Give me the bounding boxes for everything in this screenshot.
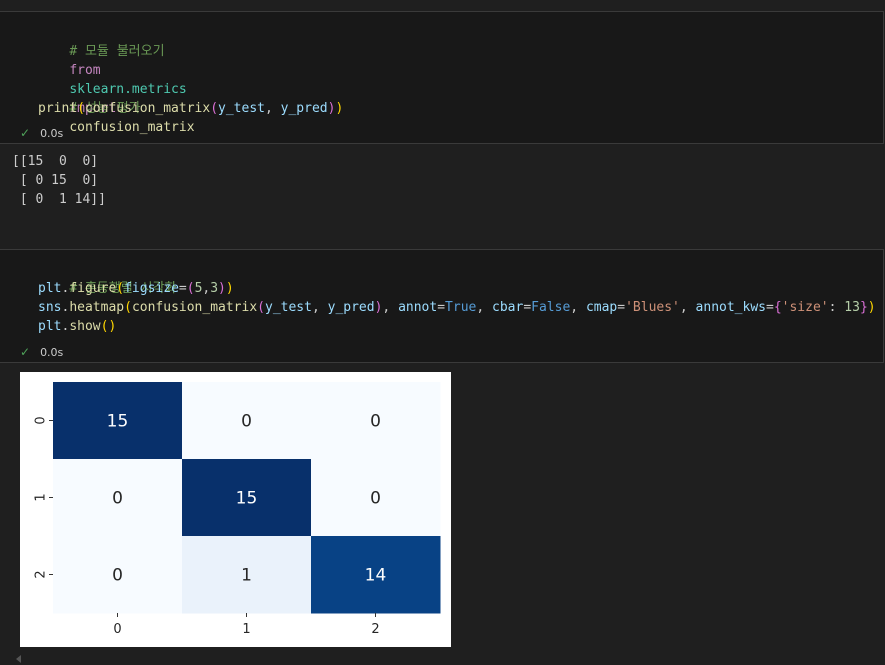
paren: (: [116, 281, 125, 296]
execution-status: ✓ 0.0s: [20, 125, 63, 141]
x-tick-label: 0: [113, 622, 121, 637]
fn-print: print: [38, 101, 78, 116]
paren: (: [124, 300, 132, 315]
var-y-pred: y_pred: [327, 300, 375, 315]
x-tick-label: 1: [242, 622, 250, 637]
code-cell-2[interactable]: # 혼동행렬 시각화 plt.figure(figsize=(5,3)) sns…: [0, 249, 884, 363]
heatmap-cell-value: 0: [241, 412, 252, 432]
code-comment: # 혼동행렬 시각화: [38, 260, 176, 296]
equals: =: [523, 300, 532, 315]
paren: ): [335, 101, 344, 116]
paren: (: [77, 101, 85, 116]
comma: ,: [311, 300, 328, 315]
paren: (: [257, 300, 265, 315]
check-icon: ✓: [20, 345, 31, 359]
heatmap-cell-value: 15: [236, 489, 258, 509]
paren: ): [867, 300, 876, 315]
code-cell-1[interactable]: # 모듈 불러오기 from sklearn.metrics import co…: [0, 11, 884, 144]
string-size: 'size': [781, 300, 829, 315]
fn-show: show: [69, 319, 101, 334]
heatmap-cell-value: 1: [241, 566, 252, 586]
equals: =: [617, 300, 626, 315]
var-y-test: y_test: [265, 300, 312, 315]
comma: ,: [265, 101, 281, 116]
heatmap-cell-value: 0: [112, 489, 123, 509]
kwarg-annot: annot: [398, 300, 438, 315]
execution-status: ✓ 0.0s: [20, 344, 63, 360]
kwarg-annot-kws: annot_kws: [695, 300, 766, 315]
var-y-pred: y_pred: [280, 101, 328, 116]
code-comment: # 모듈 불러오기: [38, 23, 164, 59]
code-comment: # 성능 평가: [38, 80, 140, 116]
number: 13: [844, 300, 860, 315]
paren: (): [100, 319, 117, 334]
y-tick-label: 1: [34, 493, 49, 501]
check-icon: ✓: [20, 126, 31, 140]
colon: :: [828, 300, 845, 315]
code-line-print: print(confusion_matrix(y_test, y_pred)): [38, 99, 343, 118]
kwarg-cmap: cmap: [585, 300, 618, 315]
y-tick-label: 2: [34, 570, 49, 578]
value-false: False: [531, 300, 571, 315]
execution-time: 0.0s: [40, 127, 64, 140]
comma: ,: [570, 300, 586, 315]
fn-confusion-matrix: confusion_matrix: [84, 101, 211, 116]
kwarg-cbar: cbar: [492, 300, 524, 315]
y-tick-label: 0: [34, 416, 49, 424]
var-sns: sns: [38, 300, 62, 315]
var-y-test: y_test: [218, 101, 265, 116]
comma: ,: [476, 300, 493, 315]
paren: ): [218, 281, 226, 296]
paren: ): [225, 281, 234, 296]
number: 3: [210, 281, 219, 296]
value-true: True: [445, 300, 477, 315]
code-line-show: plt.show(): [38, 317, 116, 336]
comma: ,: [382, 300, 399, 315]
keyword-from: from: [69, 63, 101, 78]
fn-confusion-matrix: confusion_matrix: [131, 300, 258, 315]
cell-output-text: [[15 0 0] [ 0 15 0] [ 0 1 14]]: [12, 154, 106, 207]
scroll-left-icon[interactable]: [16, 655, 21, 663]
brace: }: [859, 300, 868, 315]
equals: =: [437, 300, 446, 315]
fn-figure: figure: [69, 281, 117, 296]
kwarg-figsize: figsize: [124, 281, 179, 296]
code-line-import: from sklearn.metrics import confusion_ma…: [38, 42, 194, 135]
code-line-heatmap: sns.heatmap(confusion_matrix(y_test, y_p…: [38, 298, 876, 317]
heatmap-cell-value: 0: [370, 412, 381, 432]
comma: ,: [679, 300, 696, 315]
heatmap-figure: 15 0 0 0 15 0 0 1 14 0 1 2 0 1 2: [20, 372, 451, 647]
equals: =: [766, 300, 774, 315]
heatmap-cell-value: 15: [107, 412, 129, 432]
equals: =: [178, 281, 187, 296]
paren: (: [186, 281, 195, 296]
brace: {: [773, 300, 782, 315]
x-tick-label: 2: [371, 622, 379, 637]
string-blues: 'Blues': [625, 300, 680, 315]
fn-heatmap: heatmap: [69, 300, 125, 315]
var-plt: plt: [38, 319, 62, 334]
heatmap-cell-value: 0: [112, 566, 123, 586]
heatmap-cell-value: 14: [365, 566, 387, 586]
paren: (: [210, 101, 219, 116]
var-plt: plt: [38, 281, 62, 296]
code-line-figure: plt.figure(figsize=(5,3)): [38, 279, 234, 298]
heatmap-cell-value: 0: [370, 489, 381, 509]
execution-time: 0.0s: [40, 346, 64, 359]
heatmap-chart: 15 0 0 0 15 0 0 1 14 0 1 2 0 1 2: [34, 382, 441, 637]
imported-name: confusion_matrix: [69, 120, 195, 135]
